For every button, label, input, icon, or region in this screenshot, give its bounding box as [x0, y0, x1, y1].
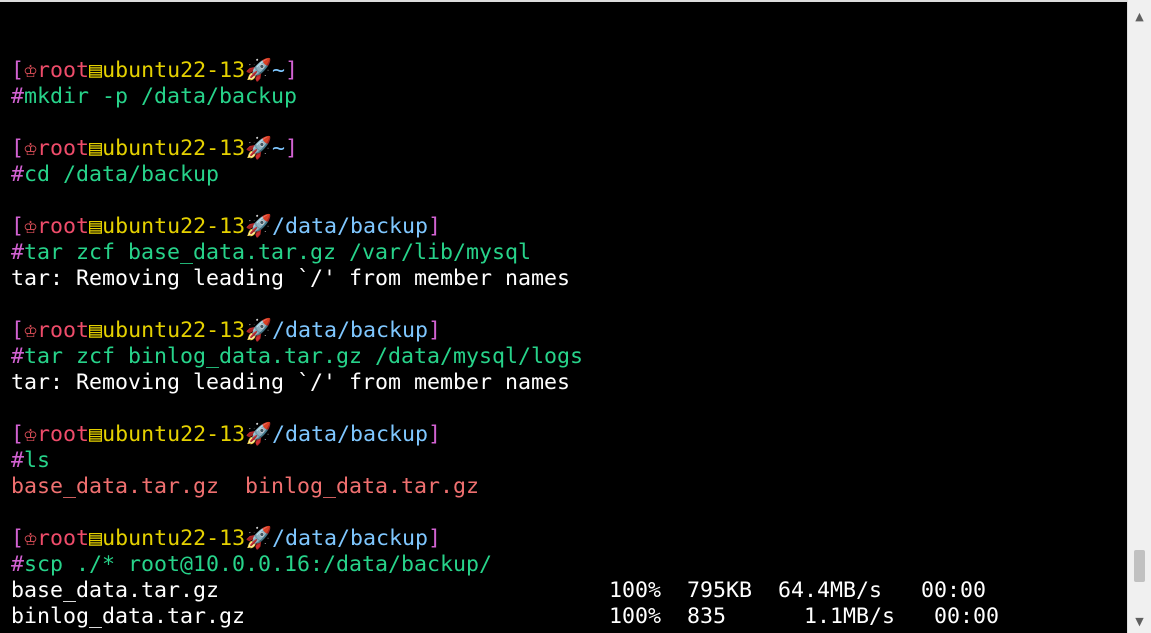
prompt-line: [♔root▤ubuntu22-13🚀~] — [11, 58, 1121, 84]
prompt-host: ubuntu22-13 — [102, 526, 246, 551]
prompt-user: root — [37, 526, 90, 551]
prompt-line: [♔root▤ubuntu22-13🚀/data/backup] — [11, 526, 1121, 552]
prompt-hash: # — [11, 448, 25, 473]
prompt-user: root — [37, 58, 90, 83]
prompt-bracket-open: [ — [11, 136, 25, 161]
prompt-bracket-close: ] — [427, 318, 441, 343]
prompt-bracket-close: ] — [427, 526, 441, 551]
prompt-bracket-open: [ — [11, 318, 25, 343]
prompt-user: root — [37, 136, 90, 161]
prompt-bracket-close: ] — [284, 58, 298, 83]
crown-icon: ♔ — [24, 58, 38, 83]
window-top-edge — [0, 0, 1127, 2]
computer-icon: ▤ — [89, 214, 103, 239]
terminal-output[interactable]: [♔root▤ubuntu22-13🚀~] #mkdir -p /data/bac… — [11, 32, 1121, 630]
prompt-user: root — [37, 318, 90, 343]
command-line[interactable]: #scp ./* root@10.0.0.16:/data/backup/ — [11, 552, 1121, 578]
prompt-line: [♔root▤ubuntu22-13🚀/data/backup] — [11, 422, 1121, 448]
prompt-cwd: /data/backup — [271, 526, 428, 551]
prompt-bracket-open: [ — [11, 214, 25, 239]
prompt-hash: # — [11, 552, 25, 577]
crown-icon: ♔ — [24, 422, 38, 447]
prompt-user: root — [37, 422, 90, 447]
command-text[interactable]: tar zcf binlog_data.tar.gz /data/mysql/l… — [24, 344, 583, 369]
command-text[interactable]: tar zcf base_data.tar.gz /var/lib/mysql — [24, 240, 531, 265]
prompt-bracket-open: [ — [11, 526, 25, 551]
command-line[interactable]: #tar zcf binlog_data.tar.gz /data/mysql/… — [11, 344, 1121, 370]
computer-icon: ▤ — [89, 526, 103, 551]
prompt-bracket-close: ] — [427, 214, 441, 239]
rocket-icon: 🚀 — [245, 136, 272, 161]
command-line[interactable]: #ls — [11, 448, 1121, 474]
crown-icon: ♔ — [24, 318, 38, 343]
prompt-line: [♔root▤ubuntu22-13🚀/data/backup] — [11, 214, 1121, 240]
prompt-cwd: ~ — [271, 136, 285, 161]
vertical-scrollbar[interactable]: ▲ ▼ — [1127, 0, 1151, 633]
prompt-host: ubuntu22-13 — [102, 58, 246, 83]
prompt-bracket-open: [ — [11, 58, 25, 83]
computer-icon: ▤ — [89, 58, 103, 83]
prompt-host: ubuntu22-13 — [102, 214, 246, 239]
command-line[interactable]: #cd /data/backup — [11, 162, 1121, 188]
prompt-bracket-close: ] — [427, 422, 441, 447]
rocket-icon: 🚀 — [245, 214, 272, 239]
prompt-bracket-open: [ — [11, 422, 25, 447]
rocket-icon: 🚀 — [245, 58, 272, 83]
prompt-hash: # — [11, 344, 25, 369]
prompt-cwd: /data/backup — [271, 422, 428, 447]
rocket-icon: 🚀 — [245, 318, 272, 343]
command-text[interactable]: scp ./* root@10.0.0.16:/data/backup/ — [24, 552, 492, 577]
scroll-up-arrow-icon[interactable]: ▲ — [1128, 4, 1151, 28]
output-line: binlog_data.tar.gz 100% 835 1.1MB/s 00:0… — [11, 604, 1000, 629]
output-line: tar: Removing leading `/' from member na… — [11, 266, 571, 291]
prompt-host: ubuntu22-13 — [102, 422, 246, 447]
command-text[interactable]: ls — [24, 448, 50, 473]
crown-icon: ♔ — [24, 214, 38, 239]
output-line: tar: Removing leading `/' from member na… — [11, 370, 571, 395]
prompt-hash: # — [11, 240, 25, 265]
computer-icon: ▤ — [89, 318, 103, 343]
computer-icon: ▤ — [89, 422, 103, 447]
prompt-host: ubuntu22-13 — [102, 136, 246, 161]
prompt-hash: # — [11, 162, 25, 187]
prompt-hash: # — [11, 84, 25, 109]
terminal-window: [♔root▤ubuntu22-13🚀~] #mkdir -p /data/bac… — [0, 0, 1151, 633]
crown-icon: ♔ — [24, 526, 38, 551]
prompt-bracket-close: ] — [284, 136, 298, 161]
prompt-host: ubuntu22-13 — [102, 318, 246, 343]
prompt-line: [♔root▤ubuntu22-13🚀~] — [11, 136, 1121, 162]
prompt-user: root — [37, 214, 90, 239]
file-listing: base_data.tar.gz binlog_data.tar.gz — [11, 474, 480, 499]
command-line[interactable]: #mkdir -p /data/backup — [11, 84, 1121, 110]
scroll-thumb[interactable] — [1134, 549, 1145, 582]
output-line: base_data.tar.gz 100% 795KB 64.4MB/s 00:… — [11, 578, 987, 603]
prompt-cwd: /data/backup — [271, 214, 428, 239]
prompt-cwd: /data/backup — [271, 318, 428, 343]
scroll-down-arrow-icon[interactable]: ▼ — [1128, 609, 1151, 633]
crown-icon: ♔ — [24, 136, 38, 161]
prompt-line: [♔root▤ubuntu22-13🚀/data/backup] — [11, 318, 1121, 344]
rocket-icon: 🚀 — [245, 422, 272, 447]
computer-icon: ▤ — [89, 136, 103, 161]
rocket-icon: 🚀 — [245, 526, 272, 551]
prompt-cwd: ~ — [271, 58, 285, 83]
command-text[interactable]: cd /data/backup — [24, 162, 219, 187]
command-line[interactable]: #tar zcf base_data.tar.gz /var/lib/mysql — [11, 240, 1121, 266]
command-text[interactable]: mkdir -p /data/backup — [24, 84, 297, 109]
